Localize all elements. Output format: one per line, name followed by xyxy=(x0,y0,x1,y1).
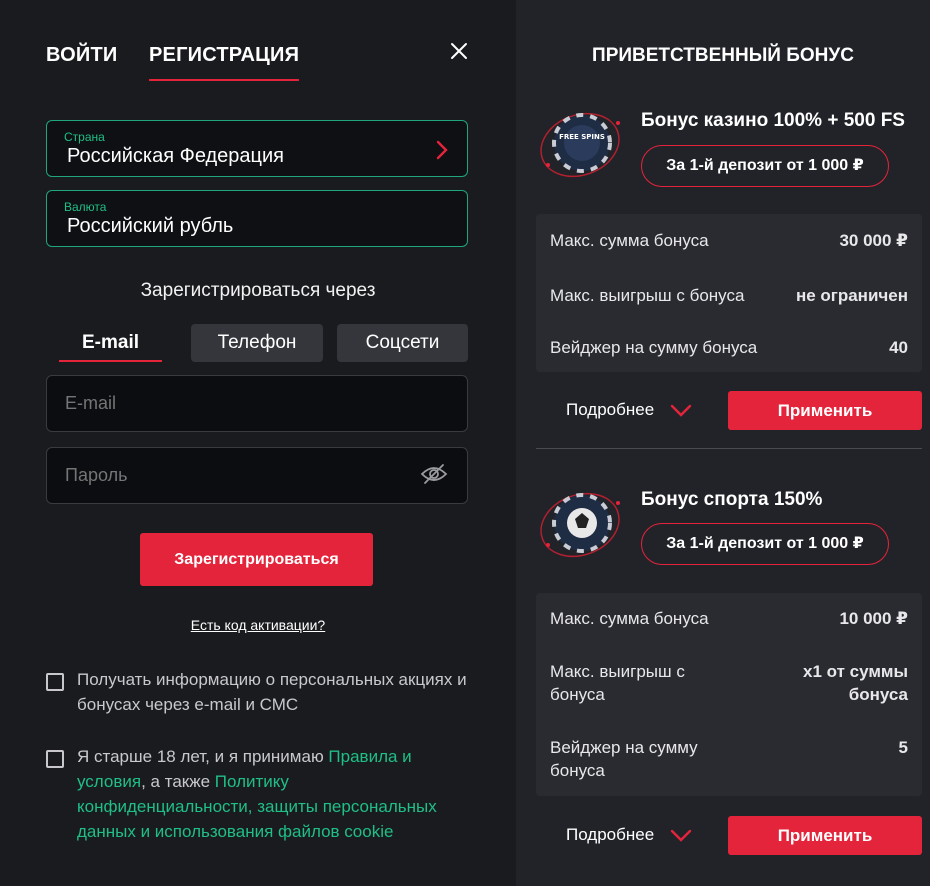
casino-chip-icon: FREE SPINS xyxy=(540,112,620,178)
terms-consent-checkbox[interactable] xyxy=(46,750,64,768)
currency-label: Валюта xyxy=(64,200,107,214)
register-via-heading: Зарегистрироваться через xyxy=(140,280,376,301)
row-key: Макс. сумма бонуса xyxy=(550,231,709,250)
email-input[interactable] xyxy=(46,375,468,432)
row-value: 30 000 ₽ xyxy=(839,231,908,250)
bonus-details-table: Макс. сумма бонуса 30 000 ₽ Макс. выигры… xyxy=(536,214,922,372)
bonus-name: Бонус казино 100% + 500 FS xyxy=(641,110,905,131)
marketing-consent-checkbox[interactable] xyxy=(46,673,64,691)
currency-select[interactable]: Валюта Российский рубль xyxy=(46,190,468,247)
method-tab-email[interactable]: E-mail xyxy=(59,324,162,362)
row-key: Вейджер на сумму бонуса xyxy=(550,338,758,357)
terms-prefix: Я старше 18 лет, и я принимаю xyxy=(77,747,329,766)
bonus-details-table: Макс. сумма бонуса 10 000 ₽ Макс. выигры… xyxy=(536,593,922,796)
tab-login[interactable]: ВОЙТИ xyxy=(46,44,117,67)
row-value: 40 xyxy=(889,338,908,357)
tab-register[interactable]: РЕГИСТРАЦИЯ xyxy=(149,44,300,81)
apply-button[interactable]: Применить xyxy=(728,391,922,430)
row-key: Макс. выигрыш с бонуса xyxy=(550,662,685,704)
divider xyxy=(536,448,922,449)
method-tab-phone[interactable]: Телефон xyxy=(191,324,323,362)
chevron-down-icon[interactable] xyxy=(670,404,692,418)
marketing-consent-text: Получать информацию о персональных акция… xyxy=(77,670,467,714)
bonus-panel-title: ПРИВЕТСТВЕННЫЙ БОНУС xyxy=(592,45,854,66)
sport-chip-icon xyxy=(540,492,620,558)
row-value: 10 000 ₽ xyxy=(839,609,908,628)
more-details-button[interactable]: Подробнее xyxy=(566,825,654,845)
terms-consent-text: Я старше 18 лет, и я принимаю Правила и … xyxy=(77,744,467,844)
password-input[interactable] xyxy=(46,447,468,504)
country-select[interactable]: Страна Российская Федерация xyxy=(46,120,468,177)
deposit-condition: За 1-й депозит от 1 000 ₽ xyxy=(641,145,889,187)
row-key: Макс. сумма бонуса xyxy=(550,609,709,628)
row-value: не ограничен xyxy=(795,286,908,305)
auth-panel: ВОЙТИ РЕГИСТРАЦИЯ Страна Российская Феде… xyxy=(0,0,516,886)
currency-value: Российский рубль xyxy=(67,215,234,237)
bonus-name: Бонус спорта 150% xyxy=(641,489,823,510)
chevron-down-icon[interactable] xyxy=(670,829,692,843)
apply-button[interactable]: Применить xyxy=(728,816,922,855)
country-value: Российская Федерация xyxy=(67,145,285,167)
bonus-panel: ПРИВЕТСТВЕННЫЙ БОНУС FREE SPINS Бонус ка… xyxy=(516,0,930,886)
register-button[interactable]: Зарегистрироваться xyxy=(140,533,373,586)
more-details-button[interactable]: Подробнее xyxy=(566,400,654,420)
free-spins-badge-text: FREE SPINS xyxy=(559,133,605,141)
chevron-right-icon xyxy=(436,140,448,160)
deposit-condition: За 1-й депозит от 1 000 ₽ xyxy=(641,523,889,565)
eye-off-icon[interactable] xyxy=(420,462,448,486)
row-key: Вейджер на сумму бонуса xyxy=(550,738,698,780)
close-icon[interactable] xyxy=(448,40,470,62)
country-label: Страна xyxy=(64,130,105,144)
row-key: Макс. выигрыш с бонуса xyxy=(550,286,745,305)
terms-middle: , а также xyxy=(141,772,215,791)
activation-code-link[interactable]: Есть код активации? xyxy=(0,617,516,633)
method-tab-social[interactable]: Соцсети xyxy=(337,324,468,362)
row-value: 5 xyxy=(898,738,908,757)
row-value: x1 от суммы бонуса xyxy=(803,662,908,704)
